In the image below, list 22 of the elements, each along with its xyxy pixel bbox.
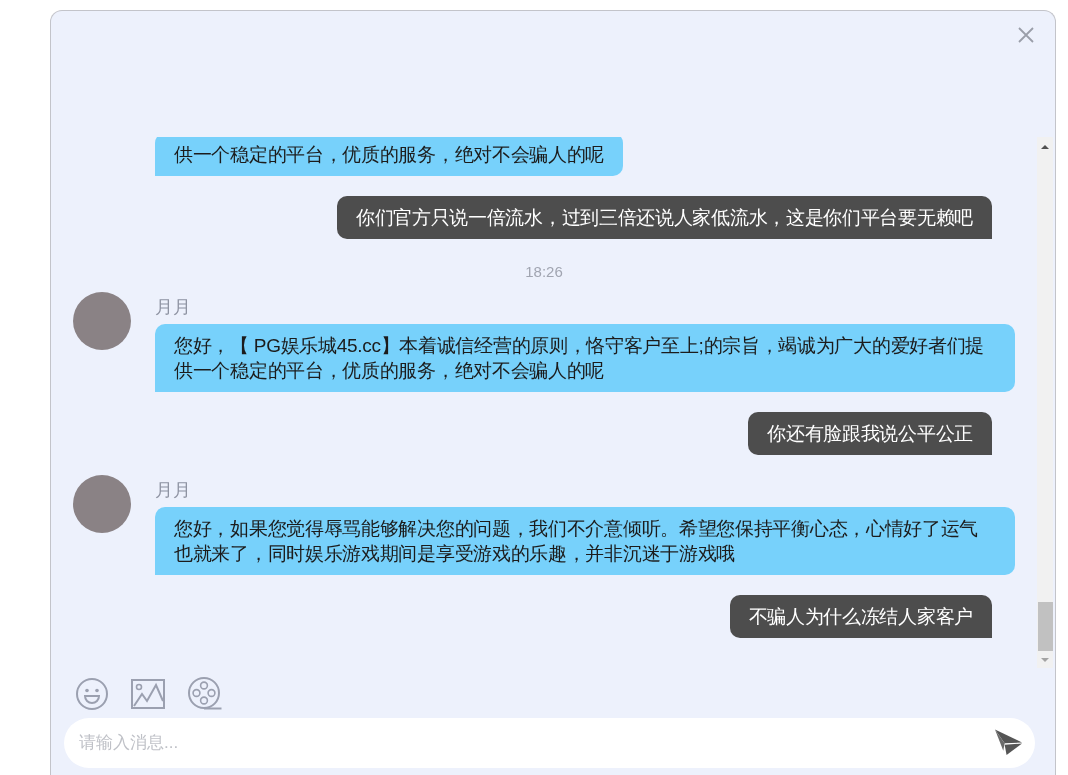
message-bubble: 不骗人为什么冻结人家客户: [729, 595, 992, 638]
smiley-icon[interactable]: [76, 678, 108, 710]
scroll-up-icon[interactable]: [1041, 145, 1049, 149]
avatar: [73, 475, 131, 533]
image-icon[interactable]: [131, 679, 165, 709]
send-button[interactable]: [994, 728, 1023, 756]
scrollbar[interactable]: [1037, 137, 1053, 668]
message-bubble: 你们官方只说一倍流水，过到三倍还说人家低流水，这是你们平台要无赖吧: [336, 196, 992, 239]
close-icon[interactable]: [1018, 27, 1034, 43]
message-bubble: 你还有脸跟我说公平公正: [748, 412, 992, 455]
sender-name: 月月: [155, 479, 191, 502]
scrollbar-thumb[interactable]: [1037, 602, 1053, 651]
timestamp: 18:26: [525, 262, 563, 282]
scroll-down-icon[interactable]: [1041, 657, 1049, 662]
message-bubble: 您好，如果您觉得辱骂能够解决您的问题，我们不介意倾听。希望您保持平衡心态，心情好了运气也就来了，同时娱乐游戏期间是享受游戏的乐趣，并非沉迷于游戏哦: [155, 507, 1015, 575]
sender-name: 月月: [155, 296, 191, 319]
message-bubble: 您好，【 PG娱乐城45.cc】本着诚信经营的原则，恪守客户至上;的宗旨，竭诚为广大的爱好者们提供一个稳定的平台，优质的服务，绝对不会骗人的呢: [155, 324, 1015, 392]
message-input[interactable]: 请输入消息...: [64, 718, 1035, 768]
message-bubble: 供一个稳定的平台，优质的服务，绝对不会骗人的呢: [155, 137, 624, 176]
avatar: [73, 292, 131, 350]
paper-plane-icon: [994, 728, 1023, 756]
film-reel-icon[interactable]: [188, 677, 222, 710]
